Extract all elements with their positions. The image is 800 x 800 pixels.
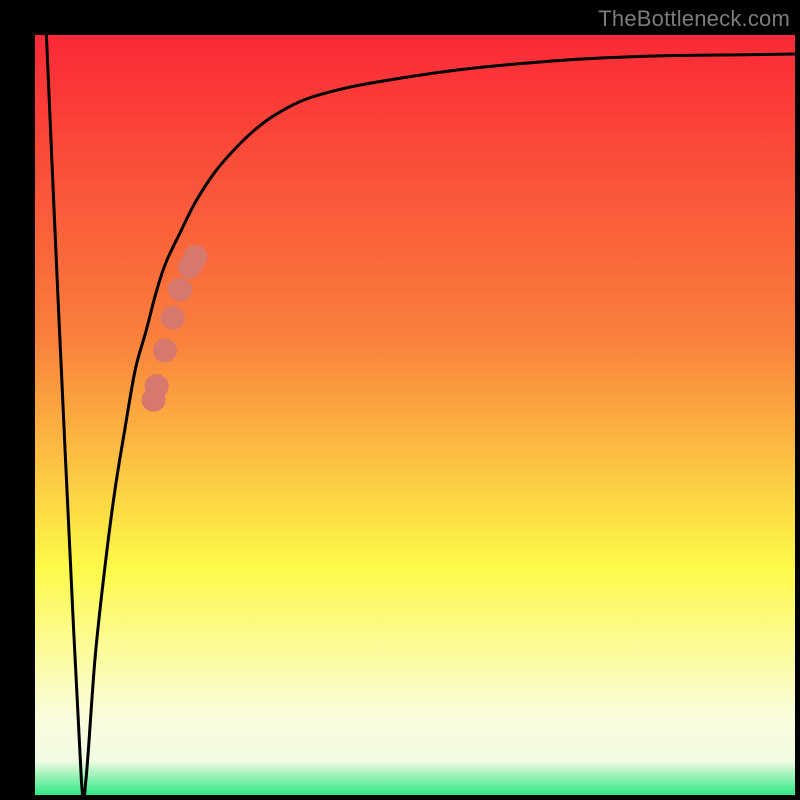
chart-frame: TheBottleneck.com: [0, 0, 800, 800]
curve-marker: [168, 278, 192, 302]
curve-marker: [183, 245, 207, 269]
gradient-background: [35, 35, 795, 795]
plot-area: [35, 35, 795, 795]
curve-marker: [145, 374, 169, 398]
attribution-text: TheBottleneck.com: [598, 6, 790, 32]
curve-marker: [153, 338, 177, 362]
curve-marker: [161, 306, 185, 330]
chart-svg: [35, 35, 795, 795]
